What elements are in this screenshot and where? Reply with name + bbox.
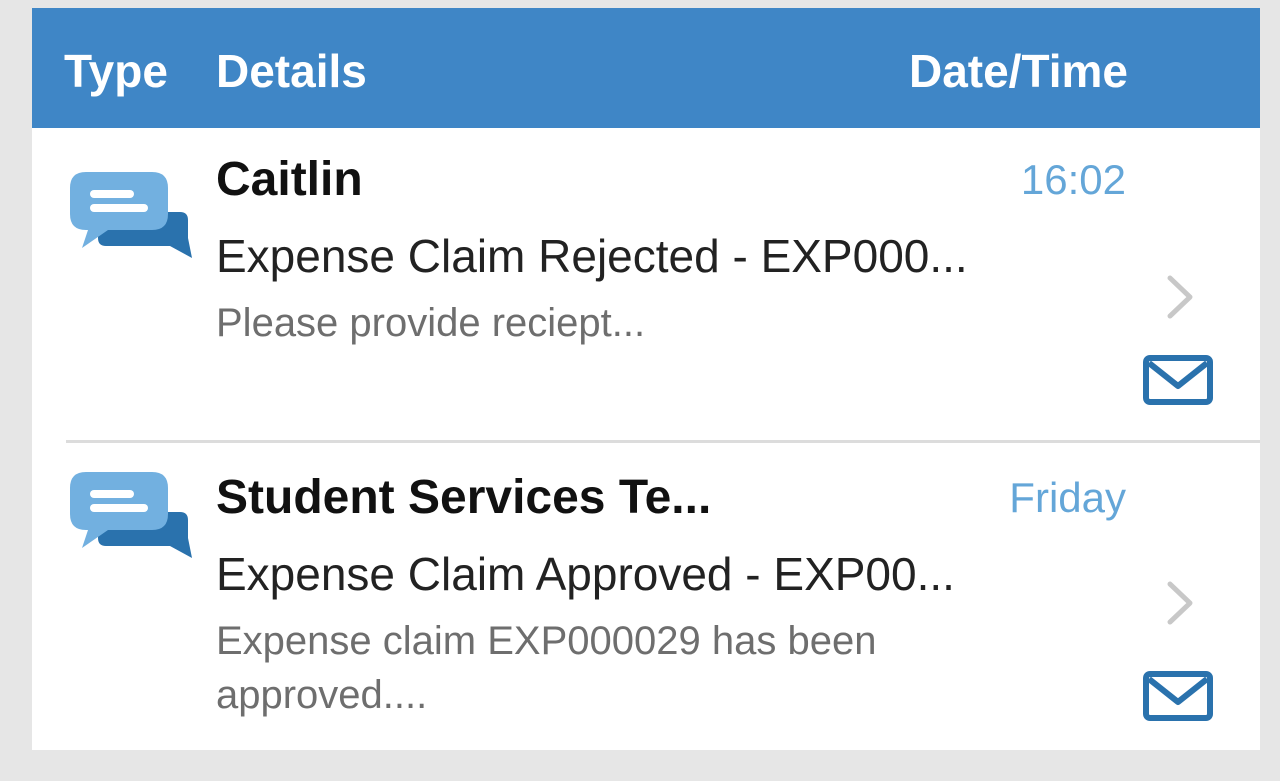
message-sender: Caitlin (216, 153, 363, 206)
messages-panel: Type Details Date/Time Caitlin 16:02 Exp… (32, 8, 1260, 750)
column-header-details[interactable]: Details (216, 44, 367, 98)
message-row[interactable]: Caitlin 16:02 Expense Claim Rejected - E… (32, 128, 1260, 442)
column-header-datetime[interactable]: Date/Time (909, 44, 1128, 98)
chevron-right-icon[interactable] (1162, 578, 1198, 628)
message-time: 16:02 (1020, 156, 1126, 203)
message-preview: Expense claim EXP000029 has been approve… (216, 619, 877, 717)
message-subject: Expense Claim Rejected - EXP000... (216, 230, 968, 282)
envelope-icon[interactable] (1142, 354, 1214, 406)
message-subject: Expense Claim Approved - EXP00... (216, 548, 955, 600)
chat-bubbles-icon (70, 472, 192, 558)
message-time: Friday (1009, 474, 1126, 521)
column-header-type[interactable]: Type (64, 44, 168, 98)
message-preview: Please provide reciept... (216, 301, 646, 345)
table-header: Type Details Date/Time (32, 8, 1260, 128)
chat-bubbles-icon (70, 172, 192, 258)
envelope-icon[interactable] (1142, 670, 1214, 722)
message-sender: Student Services Te... (216, 471, 712, 524)
message-row[interactable]: Student Services Te... Friday Expense Cl… (32, 442, 1260, 750)
chevron-right-icon[interactable] (1162, 272, 1198, 322)
